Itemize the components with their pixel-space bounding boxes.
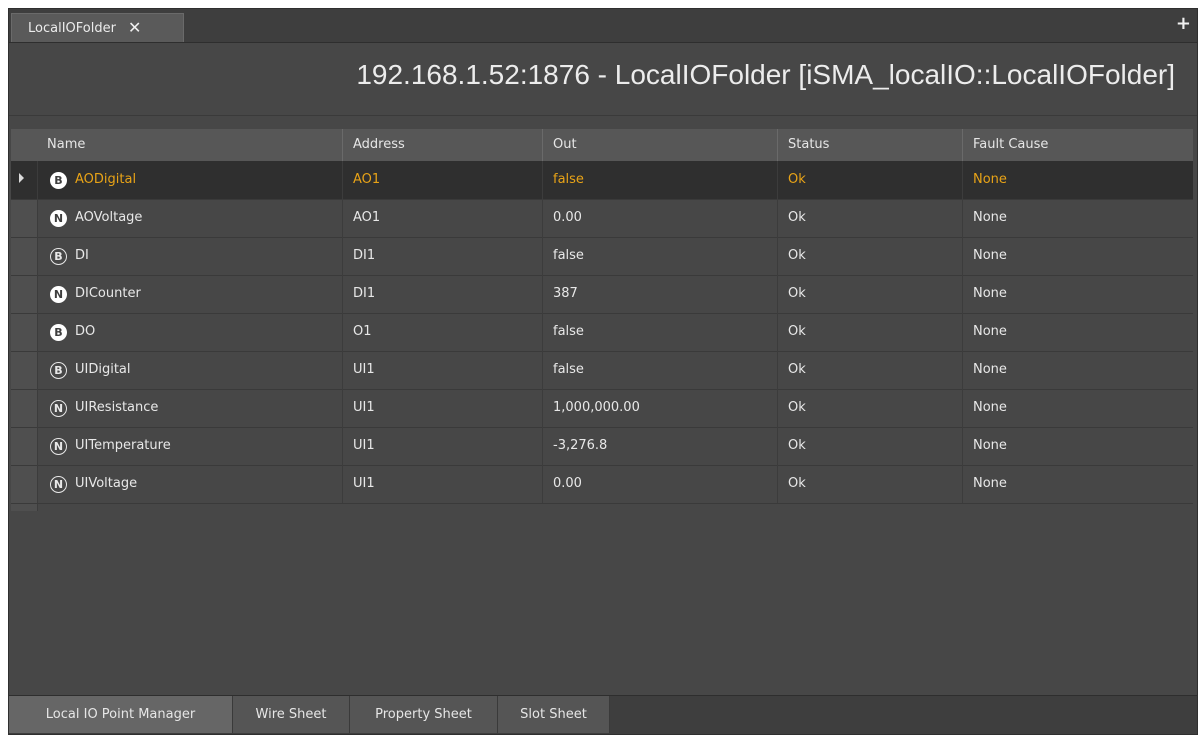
column-header-status[interactable]: Status <box>777 129 962 161</box>
status-cell: Ok <box>777 237 962 275</box>
point-name: AODigital <box>75 172 137 187</box>
numeric-point-icon: N <box>50 399 67 417</box>
fault-cause-cell: None <box>962 389 1195 427</box>
table-row[interactable]: N AOVoltage AO1 0.00 Ok None <box>11 199 1193 238</box>
address-cell: UI1 <box>342 465 542 503</box>
name-cell[interactable]: B DI <box>37 237 342 275</box>
table-row[interactable]: N UITemperature UI1 -3,276.8 Ok None <box>11 427 1193 466</box>
local-io-folder-window: LocalIOFolder ✕ + 192.168.1.52:1876 - Lo… <box>8 8 1198 735</box>
tab-label: LocalIOFolder <box>28 20 116 36</box>
tab-local-io-folder[interactable]: LocalIOFolder ✕ <box>11 13 184 42</box>
point-name: AOVoltage <box>75 210 143 225</box>
close-icon[interactable]: ✕ <box>128 20 141 36</box>
page-header: 192.168.1.52:1876 - LocalIOFolder [iSMA_… <box>9 43 1197 116</box>
tab-property-sheet[interactable]: Property Sheet <box>350 696 498 733</box>
name-cell[interactable]: N AOVoltage <box>37 199 342 237</box>
status-cell: Ok <box>777 465 962 503</box>
status-cell: Ok <box>777 199 962 237</box>
status-cell: Ok <box>777 427 962 465</box>
fault-cause-cell: None <box>962 465 1195 503</box>
name-cell[interactable]: B UIDigital <box>37 351 342 389</box>
column-header-fault-cause[interactable]: Fault Cause <box>962 129 1195 161</box>
numeric-point-icon: N <box>50 475 67 493</box>
name-cell[interactable]: N UIVoltage <box>37 465 342 503</box>
address-cell: AO1 <box>342 199 542 237</box>
table-row[interactable]: N UIResistance UI1 1,000,000.00 Ok None <box>11 389 1193 428</box>
out-cell: false <box>542 237 777 275</box>
table-row[interactable]: N UIVoltage UI1 0.00 Ok None <box>11 465 1193 504</box>
boolean-point-icon: B <box>50 171 67 189</box>
address-cell: AO1 <box>342 161 542 199</box>
row-expand-arrow-icon[interactable] <box>19 173 24 183</box>
out-cell: false <box>542 351 777 389</box>
table-empty-area <box>11 511 1193 699</box>
points-table: Name Address Out Status Fault Cause B AOD… <box>11 129 1193 699</box>
point-name: UIResistance <box>75 400 159 415</box>
plus-icon[interactable]: + <box>1176 13 1191 34</box>
address-cell: DI1 <box>342 237 542 275</box>
point-name: DI <box>75 248 89 263</box>
fault-cause-cell: None <box>962 351 1195 389</box>
table-row[interactable]: B DI DI1 false Ok None <box>11 237 1193 276</box>
out-cell: -3,276.8 <box>542 427 777 465</box>
address-cell: O1 <box>342 313 542 351</box>
out-cell: 0.00 <box>542 465 777 503</box>
table-row[interactable]: B DO O1 false Ok None <box>11 313 1193 352</box>
name-cell[interactable]: N UIResistance <box>37 389 342 427</box>
tab-slot-sheet[interactable]: Slot Sheet <box>498 696 610 733</box>
status-cell: Ok <box>777 161 962 199</box>
point-name: DICounter <box>75 286 141 301</box>
page-title: 192.168.1.52:1876 - LocalIOFolder [iSMA_… <box>356 59 1175 90</box>
tab-local-io-point-manager[interactable]: Local IO Point Manager <box>9 696 233 733</box>
numeric-point-icon: N <box>50 437 67 455</box>
table-header: Name Address Out Status Fault Cause <box>11 129 1193 162</box>
name-cell[interactable]: N UITemperature <box>37 427 342 465</box>
table-row[interactable]: N DICounter DI1 387 Ok None <box>11 275 1193 314</box>
boolean-point-icon: B <box>50 247 67 265</box>
point-name: UIVoltage <box>75 476 138 491</box>
boolean-point-icon: B <box>50 361 67 379</box>
address-cell: DI1 <box>342 275 542 313</box>
fault-cause-cell: None <box>962 313 1195 351</box>
fault-cause-cell: None <box>962 237 1195 275</box>
table-row[interactable]: B AODigital AO1 false Ok None <box>11 161 1193 200</box>
address-cell: UI1 <box>342 389 542 427</box>
name-cell[interactable]: B DO <box>37 313 342 351</box>
fault-cause-cell: None <box>962 161 1195 199</box>
out-cell: 0.00 <box>542 199 777 237</box>
address-cell: UI1 <box>342 427 542 465</box>
out-cell: 1,000,000.00 <box>542 389 777 427</box>
out-cell: false <box>542 161 777 199</box>
status-cell: Ok <box>777 351 962 389</box>
out-cell: false <box>542 313 777 351</box>
tab-wire-sheet[interactable]: Wire Sheet <box>233 696 350 733</box>
fault-cause-cell: None <box>962 427 1195 465</box>
out-cell: 387 <box>542 275 777 313</box>
point-name: UITemperature <box>75 438 171 453</box>
top-tab-bar: LocalIOFolder ✕ + <box>9 9 1197 43</box>
fault-cause-cell: None <box>962 275 1195 313</box>
name-cell[interactable]: B AODigital <box>37 161 342 199</box>
point-name: DO <box>75 324 96 339</box>
status-cell: Ok <box>777 313 962 351</box>
column-header-out[interactable]: Out <box>542 129 777 161</box>
boolean-point-icon: B <box>50 323 67 341</box>
point-name: UIDigital <box>75 362 131 377</box>
numeric-point-icon: N <box>50 209 67 227</box>
column-header-address[interactable]: Address <box>342 129 542 161</box>
column-header-name[interactable]: Name <box>37 129 342 161</box>
name-cell[interactable]: N DICounter <box>37 275 342 313</box>
table-row[interactable]: B UIDigital UI1 false Ok None <box>11 351 1193 390</box>
numeric-point-icon: N <box>50 285 67 303</box>
status-cell: Ok <box>777 389 962 427</box>
fault-cause-cell: None <box>962 199 1195 237</box>
status-cell: Ok <box>777 275 962 313</box>
address-cell: UI1 <box>342 351 542 389</box>
bottom-tab-bar: Local IO Point Manager Wire Sheet Proper… <box>9 695 1197 734</box>
